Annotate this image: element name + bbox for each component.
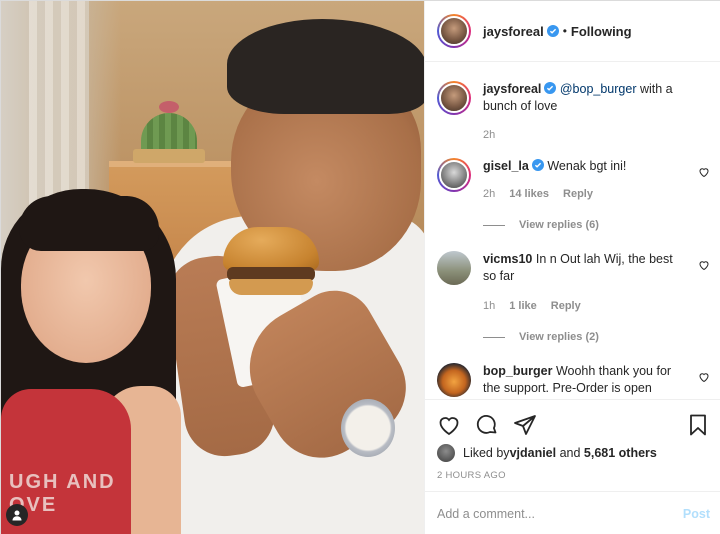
view-replies-label: View replies (6) — [519, 219, 599, 231]
comment-icon[interactable] — [475, 413, 499, 437]
action-icons — [425, 400, 720, 442]
comment-item: gisel_la Wenak bgt ini! 2h 14 likes Repl… — [437, 158, 710, 203]
replies-divider — [483, 336, 505, 338]
heart-icon[interactable] — [437, 413, 461, 437]
share-icon[interactable] — [513, 413, 537, 437]
caption-meta: 2h — [483, 127, 684, 144]
likes-prefix: Liked by — [463, 446, 510, 460]
replies-divider — [483, 224, 505, 226]
comment-item: vicms10 In n Out lah Wij, the best so fa… — [437, 251, 710, 315]
header-separator: • — [562, 24, 567, 38]
add-comment-bar: Post — [425, 491, 720, 534]
photo-man-hair — [227, 19, 424, 114]
comment-avatar[interactable] — [437, 158, 471, 192]
post-actions: Liked by vjdaniel and 5,681 others 2 HOU… — [425, 399, 720, 534]
caption-avatar[interactable] — [437, 81, 471, 115]
following-button[interactable]: Following — [571, 24, 632, 39]
comment-time[interactable]: 2h — [483, 186, 495, 203]
burger-bun-top — [223, 227, 319, 271]
comment-meta: 1h 1 like Reply — [483, 298, 684, 315]
likes-row: Liked by vjdaniel and 5,681 others — [425, 442, 720, 464]
liker-username[interactable]: vjdaniel — [510, 446, 557, 460]
post-photo[interactable]: LIN UGH AND OVE — [1, 1, 424, 534]
liker-avatar[interactable] — [437, 444, 455, 462]
caption-body: jaysforeal @bop_burger with a bunch of l… — [483, 81, 710, 144]
post-header: jaysforeal • Following — [425, 1, 720, 62]
burger-bun-bottom — [229, 279, 313, 295]
photo-burger — [223, 227, 319, 297]
comment-avatar[interactable] — [437, 251, 471, 285]
comment-likes[interactable]: 14 likes — [509, 186, 549, 203]
comment-meta: 2h 14 likes Reply — [483, 186, 684, 203]
likes-count[interactable]: 5,681 others — [584, 446, 657, 460]
view-replies-button[interactable]: View replies (2) — [483, 331, 710, 343]
comment-reply-button[interactable]: Reply — [563, 186, 593, 203]
post-side-panel: jaysforeal • Following jaysforeal @bop_b… — [424, 1, 720, 534]
heart-icon[interactable] — [698, 166, 710, 178]
caption-time[interactable]: 2h — [483, 127, 495, 144]
caption-username[interactable]: jaysforeal — [483, 82, 541, 96]
comment-input[interactable] — [437, 506, 683, 521]
post-timestamp[interactable]: 2 HOURS AGO — [425, 464, 720, 481]
author-username[interactable]: jaysforeal — [483, 24, 544, 39]
heart-icon[interactable] — [698, 371, 710, 383]
view-replies-label: View replies (2) — [519, 331, 599, 343]
photo-cactus-flower — [159, 101, 179, 113]
comment-text: Wenak bgt ini! — [547, 159, 627, 173]
author-avatar[interactable] — [437, 14, 471, 48]
comment-body: vicms10 In n Out lah Wij, the best so fa… — [483, 251, 710, 315]
comment-avatar[interactable] — [437, 363, 471, 397]
comment-item: bop_burger Woohh thank you for the suppo… — [437, 363, 710, 397]
user-tag-icon[interactable] — [6, 504, 28, 526]
view-replies-button[interactable]: View replies (6) — [483, 219, 710, 231]
comment-body: gisel_la Wenak bgt ini! 2h 14 likes Repl… — [483, 158, 710, 203]
bookmark-icon[interactable] — [686, 413, 710, 437]
comment-likes[interactable]: 1 like — [509, 298, 537, 315]
caption: jaysforeal @bop_burger with a bunch of l… — [437, 81, 710, 144]
post-comment-button[interactable]: Post — [683, 507, 710, 521]
photo-cactus-pot — [133, 149, 205, 163]
comment-username[interactable]: vicms10 — [483, 252, 532, 266]
heart-icon[interactable] — [698, 259, 710, 271]
verified-icon — [546, 25, 559, 37]
comment-reply-button[interactable]: Reply — [551, 298, 581, 315]
verified-icon — [531, 159, 544, 171]
photo-watch — [341, 399, 395, 457]
comments-list[interactable]: jaysforeal @bop_burger with a bunch of l… — [425, 63, 720, 398]
photo-girl-bangs — [19, 196, 159, 251]
instagram-post-modal: LIN UGH AND OVE jaysforeal • Following — [0, 0, 720, 534]
comment-username[interactable]: gisel_la — [483, 159, 529, 173]
comment-body: bop_burger Woohh thank you for the suppo… — [483, 363, 710, 397]
comment-username[interactable]: bop_burger — [483, 364, 552, 378]
verified-icon — [544, 82, 557, 94]
caption-mention[interactable]: @bop_burger — [560, 82, 637, 96]
likes-middle: and — [556, 446, 584, 460]
comment-time[interactable]: 1h — [483, 298, 495, 315]
